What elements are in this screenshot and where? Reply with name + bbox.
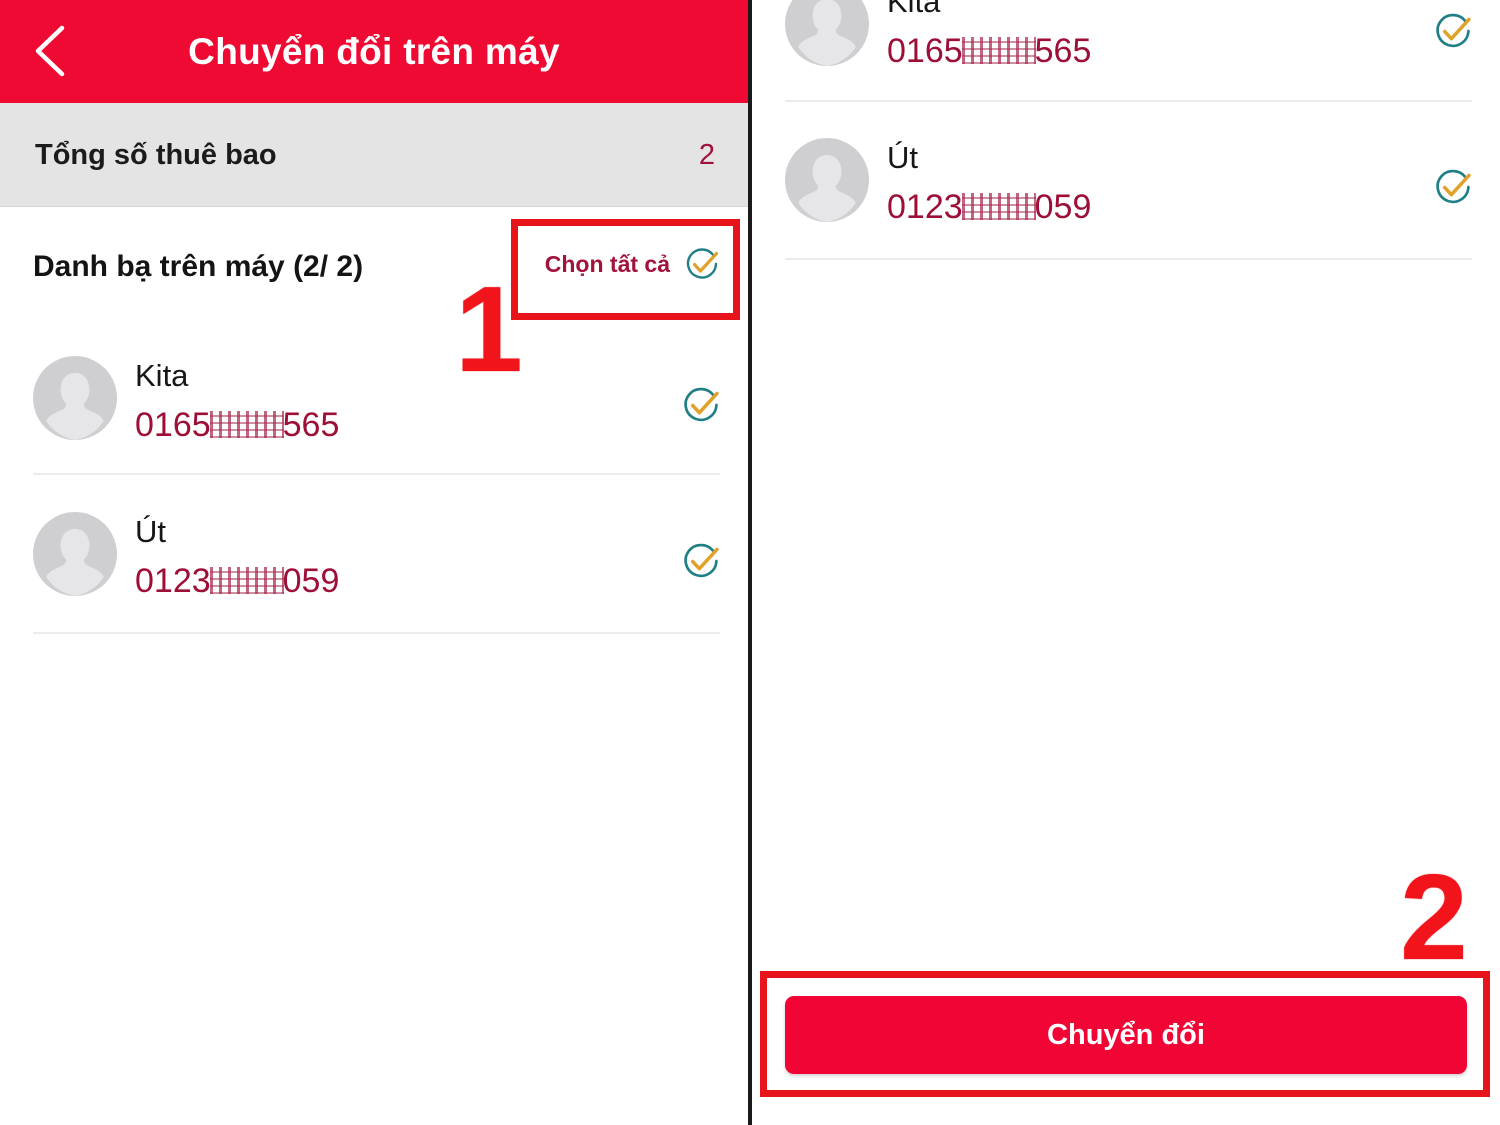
check-circle-icon[interactable]: [1431, 9, 1475, 53]
redacted-digits: [209, 411, 284, 438]
right-phone-screen: Kita 0165 565 Út 0123 059 Chuyển đổi: [752, 0, 1500, 1125]
total-subscribers-label: Tổng số thuê bao: [35, 139, 277, 171]
check-circle-icon[interactable]: [679, 383, 723, 427]
phone-suffix: 059: [282, 562, 340, 600]
person-avatar-icon: [785, 0, 869, 66]
phone-suffix: 565: [1034, 32, 1092, 70]
person-avatar-icon: [33, 512, 117, 596]
contact-list-item[interactable]: Út 0123 059: [752, 108, 1500, 266]
contact-name: Kita: [887, 0, 941, 19]
phone-prefix: 0123: [887, 188, 963, 226]
contact-name: Kita: [135, 358, 189, 393]
contact-phone-number: 0123 059: [887, 186, 1091, 228]
redacted-digits: [961, 37, 1036, 64]
contact-list-item[interactable]: Kita 0165 565: [752, 0, 1500, 110]
redacted-digits: [209, 567, 284, 594]
redacted-digits: [961, 193, 1036, 220]
contact-list-item[interactable]: Út 0123 059: [0, 482, 748, 640]
list-divider: [785, 100, 1472, 102]
contacts-section-header: Danh bạ trên máy (2/ 2) Chọn tất cả: [0, 208, 748, 326]
list-divider: [785, 258, 1472, 260]
total-subscribers-value: 2: [698, 139, 715, 171]
total-subscribers-row: Tổng số thuê bao 2: [0, 103, 748, 207]
select-all-label: Chọn tất cả: [544, 250, 670, 277]
phone-prefix: 0165: [135, 406, 211, 444]
list-divider: [33, 473, 720, 475]
contact-phone-number: 0165 565: [887, 30, 1091, 72]
check-circle-icon[interactable]: [682, 244, 722, 284]
check-circle-icon[interactable]: [1431, 165, 1475, 209]
phone-prefix: 0165: [887, 32, 963, 70]
left-phone-screen: Chuyển đổi trên máy Tổng số thuê bao 2 D…: [0, 0, 748, 1125]
contact-phone-number: 0165 565: [135, 404, 339, 446]
list-divider: [33, 632, 720, 634]
contact-name: Út: [887, 140, 918, 175]
contacts-section-title: Danh bạ trên máy (2/ 2): [33, 250, 364, 283]
person-avatar-icon: [785, 138, 869, 222]
contact-name: Út: [135, 514, 166, 549]
contact-phone-number: 0123 059: [135, 560, 339, 602]
phone-prefix: 0123: [135, 562, 211, 600]
check-circle-icon[interactable]: [679, 539, 723, 583]
phone-suffix: 059: [1034, 188, 1092, 226]
tutorial-screenshot: Chuyển đổi trên máy Tổng số thuê bao 2 D…: [0, 0, 1500, 1125]
page-title: Chuyển đổi trên máy: [188, 31, 560, 72]
phone-suffix: 565: [282, 406, 340, 444]
select-all-button[interactable]: Chọn tất cả: [545, 244, 722, 284]
person-avatar-icon: [33, 356, 117, 440]
convert-button[interactable]: Chuyển đổi: [785, 996, 1467, 1074]
app-bar: Chuyển đổi trên máy: [0, 0, 748, 103]
contact-list-item[interactable]: Kita 0165 565: [0, 326, 748, 484]
